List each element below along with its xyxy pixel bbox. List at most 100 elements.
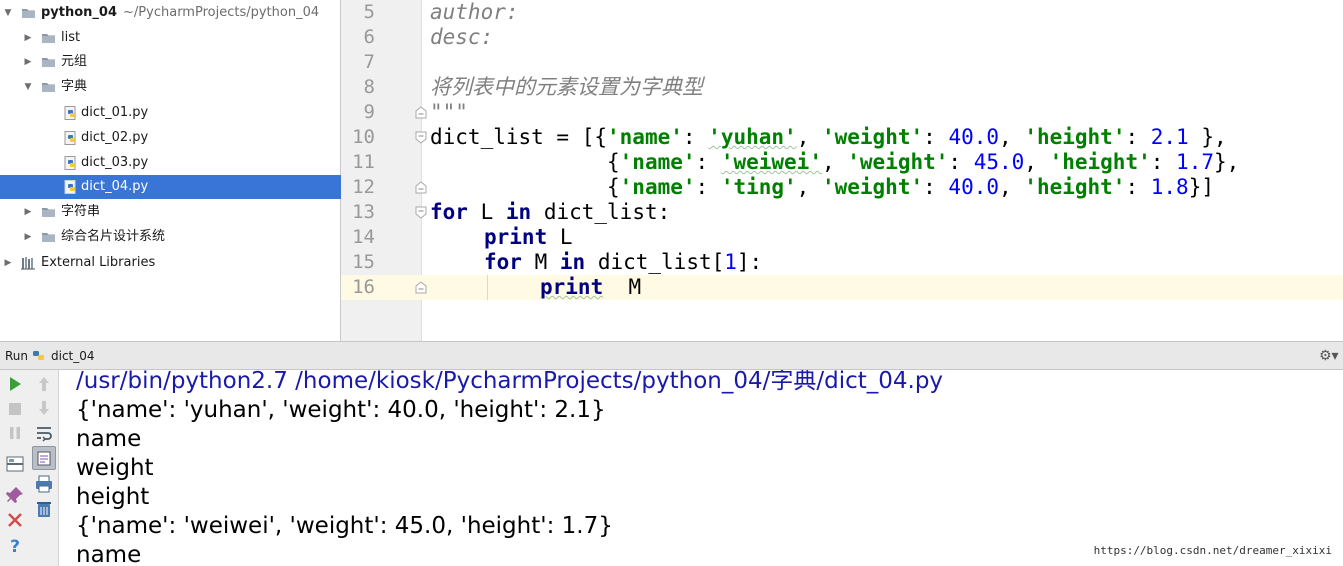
- fold-marker-icon[interactable]: [415, 206, 427, 219]
- code-text: 将列表中的元素设置为字典型: [430, 75, 703, 99]
- tree-item-card-system[interactable]: ▶ 综合名片设计系统: [0, 225, 341, 249]
- stop-icon[interactable]: [4, 398, 26, 420]
- console-line: /usr/bin/python2.7 /home/kiosk/PycharmPr…: [76, 370, 944, 394]
- run-tool-window-header: Run dict_04 ⚙▾: [0, 341, 1343, 370]
- line-number: 9: [363, 101, 375, 123]
- project-path: ~/PycharmProjects/python_04: [123, 5, 320, 20]
- fold-marker-icon[interactable]: [415, 131, 427, 144]
- code-line-current[interactable]: 16 print M: [341, 275, 1343, 300]
- scroll-down-icon[interactable]: [33, 397, 55, 419]
- print-icon[interactable]: [33, 473, 55, 495]
- python-file-icon: [64, 106, 76, 120]
- tree-item-label: list: [61, 30, 81, 45]
- tree-file-dict-03[interactable]: dict_03.py: [0, 151, 341, 175]
- expand-arrow-icon[interactable]: ▼: [3, 1, 13, 25]
- folder-icon: [42, 83, 55, 92]
- expand-arrow-icon[interactable]: ▶: [23, 200, 33, 224]
- python-file-icon: [33, 351, 44, 360]
- expand-arrow-icon[interactable]: ▶: [23, 26, 33, 50]
- tree-file-dict-01[interactable]: dict_01.py: [0, 101, 341, 125]
- console-line: name: [76, 542, 142, 566]
- tree-file-dict-02[interactable]: dict_02.py: [0, 126, 341, 150]
- folder-icon: [42, 208, 55, 217]
- soft-wrap-icon[interactable]: [33, 422, 55, 444]
- folder-icon: [42, 34, 55, 43]
- python-file-icon: [64, 156, 76, 170]
- code-line[interactable]: 6 desc:: [341, 25, 1343, 50]
- code-text: {'name': 'weiwei', 'weight': 45.0, 'heig…: [430, 150, 1240, 174]
- console-line: name: [76, 426, 142, 452]
- python-file-icon: [64, 180, 76, 194]
- code-text: for L in dict_list:: [430, 200, 671, 224]
- code-editor[interactable]: 5 author: 6 desc: 7 8 将列表中的元素设置为字典型 9 ""…: [341, 0, 1343, 341]
- tree-item-label: dict_01.py: [81, 105, 149, 120]
- tree-root-row[interactable]: ▼ python_04 ~/PycharmProjects/python_04: [0, 1, 341, 25]
- folder-icon: [42, 58, 55, 67]
- clear-icon[interactable]: [33, 498, 55, 520]
- folder-icon: [22, 9, 35, 18]
- expand-arrow-icon[interactable]: ▶: [3, 251, 13, 275]
- code-line[interactable]: 7: [341, 50, 1343, 75]
- code-line[interactable]: 15 for M in dict_list[1]:: [341, 250, 1343, 275]
- run-tab-label[interactable]: Run: [5, 342, 28, 370]
- console-line: weight: [76, 455, 154, 481]
- fold-marker-icon[interactable]: [415, 106, 427, 119]
- code-line[interactable]: 11 {'name': 'weiwei', 'weight': 45.0, 'h…: [341, 150, 1343, 175]
- scroll-to-end-toggle[interactable]: [32, 446, 56, 470]
- code-text: desc:: [430, 25, 494, 49]
- line-number: 11: [352, 151, 375, 173]
- line-number: 13: [352, 201, 375, 223]
- pin-icon[interactable]: [4, 484, 26, 506]
- project-tree: ▼ python_04 ~/PycharmProjects/python_04 ▶…: [0, 0, 341, 341]
- layout-icon[interactable]: [4, 453, 26, 475]
- tree-item-string[interactable]: ▶ 字符串: [0, 200, 341, 224]
- help-icon[interactable]: ?: [4, 534, 26, 556]
- tree-item-label: 字符串: [61, 204, 101, 219]
- folder-icon: [42, 233, 55, 242]
- code-text: print L: [484, 225, 573, 249]
- tree-item-label: dict_03.py: [81, 155, 149, 170]
- watermark: https://blog.csdn.net/dreamer_xixixi: [1093, 544, 1332, 557]
- code-line[interactable]: 8 将列表中的元素设置为字典型: [341, 75, 1343, 100]
- tree-item-list[interactable]: ▶ list: [0, 26, 341, 50]
- run-config-name[interactable]: dict_04: [51, 342, 95, 370]
- svg-text:?: ?: [10, 537, 20, 556]
- console-line: {'name': 'yuhan', 'weight': 40.0, 'heigh…: [76, 397, 606, 423]
- code-text: """: [430, 100, 468, 124]
- tree-item-tuple[interactable]: ▶ 元组: [0, 50, 341, 74]
- tree-item-label: External Libraries: [41, 255, 156, 270]
- indent-guide: [487, 275, 488, 300]
- code-line[interactable]: 5 author:: [341, 0, 1343, 25]
- close-icon[interactable]: [4, 509, 26, 531]
- line-number: 8: [363, 76, 375, 98]
- code-line[interactable]: 12 {'name': 'ting', 'weight': 40.0, 'hei…: [341, 175, 1343, 200]
- line-number: 6: [363, 26, 375, 48]
- collapse-arrow-icon[interactable]: ▼: [23, 75, 33, 99]
- tree-item-label: 综合名片设计系统: [61, 229, 166, 244]
- scroll-up-icon[interactable]: [33, 373, 55, 395]
- pause-icon[interactable]: [4, 422, 26, 444]
- tree-file-dict-04[interactable]: dict_04.py: [0, 175, 341, 199]
- expand-arrow-icon[interactable]: ▶: [23, 225, 33, 249]
- tree-item-dict[interactable]: ▼ 字典: [0, 75, 341, 99]
- run-toolbar: ?: [0, 370, 59, 566]
- line-number: 7: [363, 51, 375, 73]
- external-libraries-icon: [21, 257, 35, 270]
- code-line[interactable]: 9 """: [341, 100, 1343, 125]
- fold-marker-icon[interactable]: [415, 281, 427, 294]
- tree-item-external-libraries[interactable]: ▶ External Libraries: [0, 251, 341, 275]
- line-number: 12: [352, 176, 375, 198]
- console-line: height: [76, 484, 150, 510]
- code-line[interactable]: 13 for L in dict_list:: [341, 200, 1343, 225]
- code-line[interactable]: 10 dict_list = [{'name': 'yuhan', 'weigh…: [341, 125, 1343, 150]
- gear-icon[interactable]: ⚙▾: [1319, 348, 1339, 364]
- line-number: 16: [352, 276, 375, 298]
- run-console[interactable]: /usr/bin/python2.7 /home/kiosk/PycharmPr…: [60, 370, 1343, 566]
- line-number: 10: [352, 126, 375, 148]
- tree-item-label: dict_04.py: [81, 179, 149, 194]
- fold-marker-icon[interactable]: [415, 181, 427, 194]
- code-text: author:: [430, 0, 519, 24]
- run-icon[interactable]: [4, 373, 26, 395]
- code-line[interactable]: 14 print L: [341, 225, 1343, 250]
- expand-arrow-icon[interactable]: ▶: [23, 50, 33, 74]
